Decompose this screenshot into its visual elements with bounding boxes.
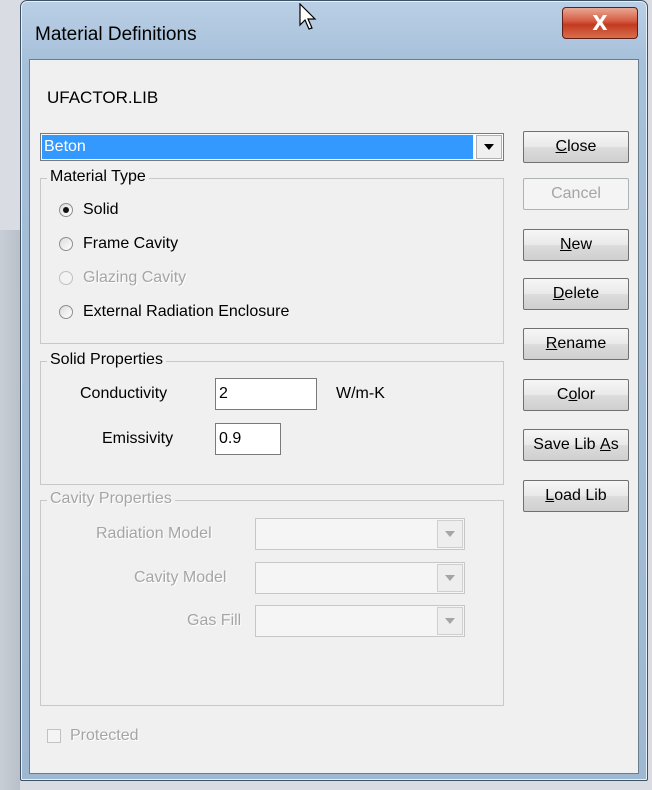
rename-button-label-post: ename: [557, 335, 607, 352]
material-select[interactable]: Beton: [40, 133, 504, 161]
cavity-model-select: [255, 562, 465, 594]
save-lib-as-button-label-pre: Save Lib: [533, 436, 601, 453]
title-bar[interactable]: Material Definitions X: [21, 1, 647, 53]
solid-properties-group: Solid Properties Conductivity 2 W/m-K Em…: [40, 351, 504, 485]
cavity-model-dropdown-button: [437, 564, 463, 592]
cancel-button: Cancel: [523, 178, 629, 210]
new-button[interactable]: New: [523, 229, 629, 261]
material-definitions-window: Material Definitions X UFACTOR.LIB Beton…: [20, 0, 648, 781]
delete-button-accesskey: D: [552, 285, 565, 302]
chevron-down-icon: [445, 618, 455, 624]
conductivity-label: Conductivity: [80, 385, 168, 402]
radio-external-radiation-enclosure-label: External Radiation Enclosure: [83, 303, 290, 320]
load-lib-button-label-post: oad Lib: [554, 487, 607, 504]
cancel-button-label: Cancel: [551, 185, 601, 202]
radiation-model-select: [255, 518, 465, 550]
close-button[interactable]: Close: [523, 131, 629, 163]
protected-checkbox: Protected: [47, 727, 138, 745]
emissivity-label: Emissivity: [102, 430, 174, 447]
gas-fill-label: Gas Fill: [187, 612, 242, 629]
rename-button-accesskey: R: [545, 335, 558, 352]
delete-button-label-post: elete: [564, 285, 600, 302]
material-select-dropdown-button[interactable]: [476, 135, 502, 159]
conductivity-input[interactable]: 2: [215, 378, 317, 410]
delete-button[interactable]: Delete: [523, 278, 629, 310]
radio-external-radiation-enclosure-indicator: [59, 305, 73, 319]
cavity-properties-group: Cavity Properties Radiation Model Cavity…: [40, 490, 504, 706]
gas-fill-dropdown-button: [437, 607, 463, 635]
conductivity-unit: W/m-K: [336, 385, 385, 402]
new-button-accesskey: N: [559, 236, 572, 253]
chevron-down-icon: [445, 531, 455, 537]
radio-frame-cavity-label: Frame Cavity: [83, 235, 179, 252]
color-button-accesskey: o: [568, 386, 578, 403]
color-button-label-pre: C: [556, 386, 569, 403]
radio-frame-cavity[interactable]: Frame Cavity: [59, 235, 178, 253]
close-button-accesskey: C: [555, 138, 568, 155]
chevron-down-icon: [484, 144, 494, 150]
material-select-value: Beton: [41, 134, 474, 160]
solid-properties-legend: Solid Properties: [47, 351, 166, 369]
window-title: Material Definitions: [35, 24, 197, 45]
save-lib-as-button-label-post: s: [610, 436, 619, 453]
material-type-group: Material Type Solid Frame Cavity Glazing…: [40, 168, 504, 344]
rename-button[interactable]: Rename: [523, 328, 629, 360]
emissivity-input[interactable]: 0.9: [215, 423, 281, 455]
save-lib-as-button-accesskey: A: [600, 436, 611, 453]
material-type-legend: Material Type: [47, 168, 149, 186]
radio-glazing-cavity: Glazing Cavity: [59, 269, 186, 287]
radiation-model-dropdown-button: [437, 520, 463, 548]
radiation-model-label: Radiation Model: [96, 525, 212, 542]
protected-checkbox-label: Protected: [70, 727, 139, 744]
radio-solid[interactable]: Solid: [59, 201, 119, 219]
color-button[interactable]: Co lor: [523, 379, 629, 411]
radio-glazing-cavity-label: Glazing Cavity: [83, 269, 187, 286]
cavity-properties-legend: Cavity Properties: [47, 490, 175, 508]
dialog-client-area: UFACTOR.LIB Beton Material Type Solid Fr…: [29, 59, 639, 774]
radio-glazing-cavity-indicator: [59, 271, 73, 285]
radio-solid-indicator: [59, 203, 73, 217]
save-lib-as-button[interactable]: Save Lib As: [523, 429, 629, 461]
radio-solid-label: Solid: [83, 201, 119, 218]
load-lib-button-accesskey: L: [545, 487, 555, 504]
radio-external-radiation-enclosure[interactable]: External Radiation Enclosure: [59, 303, 289, 321]
new-button-label-post: ew: [571, 236, 592, 253]
protected-checkbox-box: [47, 729, 61, 743]
close-icon: X: [592, 11, 608, 35]
color-button-label-post: lor: [577, 386, 596, 403]
gas-fill-select: [255, 605, 465, 637]
library-name: UFACTOR.LIB: [47, 88, 159, 107]
background-window-edge: [0, 230, 20, 790]
window-close-button[interactable]: X: [562, 7, 638, 39]
close-button-label-post: lose: [567, 138, 597, 155]
radio-frame-cavity-indicator: [59, 237, 73, 251]
cavity-model-label: Cavity Model: [134, 569, 227, 586]
chevron-down-icon: [445, 575, 455, 581]
mouse-cursor-icon: [299, 3, 317, 30]
load-lib-button[interactable]: Load Lib: [523, 480, 629, 512]
